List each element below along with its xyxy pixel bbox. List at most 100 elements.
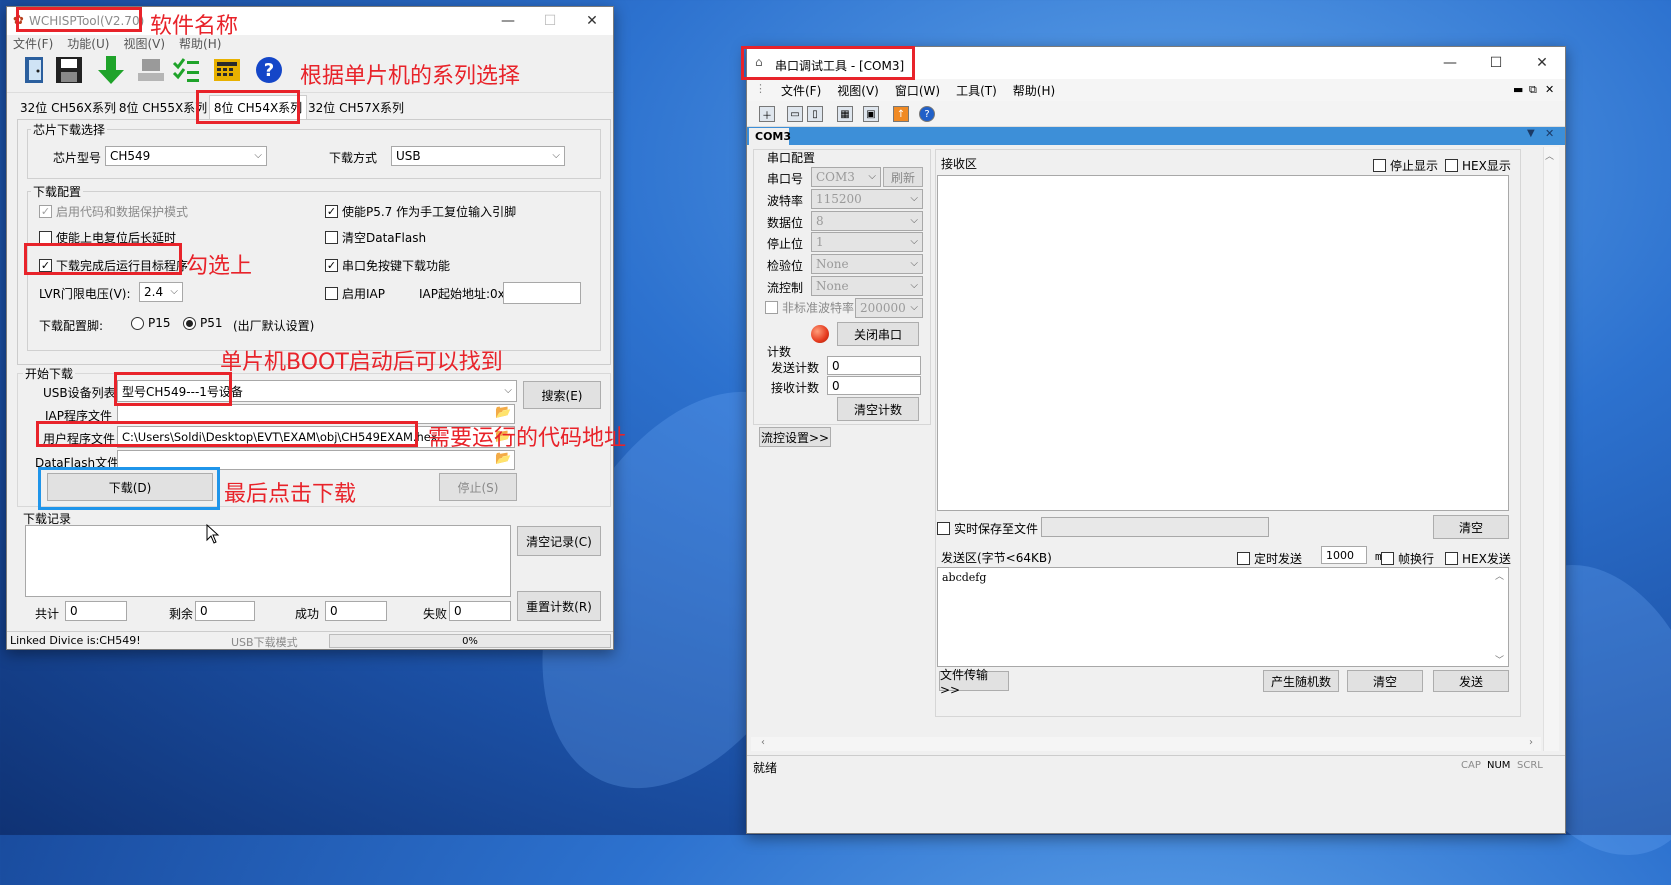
layout-v-icon[interactable]: ▯ xyxy=(807,106,823,122)
scroll-up-icon[interactable]: ︿ xyxy=(1545,149,1554,162)
horizontal-scrollbar[interactable] xyxy=(751,737,1541,751)
monitor-icon[interactable]: ▣ xyxy=(863,106,879,122)
annotation-code-path: 需要运行的代码地址 xyxy=(428,426,627,451)
mdi-restore-icon[interactable]: ⧉ xyxy=(1529,83,1537,97)
receive-clear-button[interactable]: 清空 xyxy=(1433,515,1509,539)
save-to-file-checkbox[interactable]: 实时保存至文件 xyxy=(937,520,1038,537)
reset-count-button[interactable]: 重置计数(R) xyxy=(517,591,601,621)
menu-view[interactable]: 视图(V) xyxy=(837,82,879,99)
baud-select[interactable]: 115200 ⌵ xyxy=(811,189,923,209)
mdi-close-icon[interactable]: ✕ xyxy=(1545,83,1554,96)
clear-log-button[interactable]: 清空记录(C) xyxy=(517,526,601,556)
iap-enable-checkbox[interactable]: 启用IAP xyxy=(325,285,385,302)
port-select[interactable]: COM3 ⌵ xyxy=(811,167,881,187)
nonstd-baud-checkbox[interactable]: 非标准波特率 xyxy=(765,299,854,316)
hex-display-checkbox[interactable]: HEX显示 xyxy=(1445,157,1511,174)
menu-file[interactable]: 文件(F) xyxy=(781,82,821,99)
stop-display-checkbox[interactable]: 停止显示 xyxy=(1373,157,1438,174)
hex-send-checkbox[interactable]: HEX发送 xyxy=(1445,550,1511,567)
minimize-button[interactable]: — xyxy=(1427,47,1473,79)
p57-reset-checkbox[interactable]: ✓ 使能P5.7 作为手工复位输入引脚 xyxy=(325,203,516,220)
download-arrow-icon[interactable] xyxy=(95,54,127,86)
stop-button[interactable]: 停止(S) xyxy=(439,473,517,501)
minimize-button[interactable]: — xyxy=(485,7,531,35)
mdi-minimize-icon[interactable]: ▬ xyxy=(1513,83,1523,96)
clear-dataflash-checkbox[interactable]: 清空DataFlash xyxy=(325,229,426,246)
close-button[interactable]: ✕ xyxy=(569,7,615,35)
close-button[interactable]: ✕ xyxy=(1519,47,1565,79)
checklist-icon[interactable] xyxy=(171,54,203,86)
send-textarea[interactable]: abcdefg xyxy=(937,567,1509,667)
nonstd-baud-select[interactable]: 200000 ⌵ xyxy=(855,298,923,318)
checkbox-empty-icon xyxy=(1445,552,1458,565)
layout-h-icon[interactable]: ▭ xyxy=(787,106,803,122)
chip-model-select[interactable]: CH549 ⌵ xyxy=(105,146,267,166)
menu-grip-icon: ⋮ xyxy=(755,82,766,95)
p51-radio[interactable]: P51 xyxy=(183,316,223,330)
random-button[interactable]: 产生随机数 xyxy=(1263,670,1339,692)
data-bits-select[interactable]: 8 ⌵ xyxy=(811,211,923,231)
new-icon[interactable]: ＋ xyxy=(759,106,775,122)
timed-send-checkbox[interactable]: 定时发送 xyxy=(1237,550,1302,567)
save-file-path[interactable] xyxy=(1041,517,1269,537)
newline-checkbox[interactable]: 帧换行 xyxy=(1381,550,1434,567)
serial-window: ⌂ 串口调试工具 - [COM3] — ☐ ✕ ⋮ 文件(F) 视图(V) 窗口… xyxy=(746,46,1566,834)
annotation-box-tab xyxy=(196,90,300,124)
download-mode-select[interactable]: USB ⌵ xyxy=(391,146,565,166)
download-mode-label: 下载方式 xyxy=(329,151,378,165)
iap-addr-input[interactable] xyxy=(503,282,581,304)
menu-window[interactable]: 窗口(W) xyxy=(895,82,940,99)
parity-select[interactable]: None ⌵ xyxy=(811,254,923,274)
file-transfer-button[interactable]: 文件传输>> xyxy=(939,668,1009,697)
send-label: 发送区(字节<64KB) xyxy=(941,551,1052,565)
scroll-left-icon[interactable]: ‹ xyxy=(761,737,765,748)
help-icon[interactable]: ? xyxy=(919,106,935,122)
folder-open-icon[interactable]: 📂 xyxy=(495,451,511,466)
tab-ch57x[interactable]: 32位 CH57X系列 xyxy=(307,95,405,119)
help-icon[interactable]: ? xyxy=(253,54,285,86)
send-button[interactable]: 发送 xyxy=(1433,670,1509,692)
calculator-icon[interactable]: ▦ xyxy=(837,106,853,122)
stop-bits-select[interactable]: 1 ⌵ xyxy=(811,232,923,252)
open-door-icon[interactable] xyxy=(19,54,51,86)
log-textarea[interactable] xyxy=(25,525,511,597)
usb-mode-status: USB下载模式 xyxy=(231,636,298,649)
device-icon[interactable] xyxy=(135,54,167,86)
calculator-icon[interactable] xyxy=(211,54,243,86)
flow-settings-button[interactable]: 流控设置>> xyxy=(759,427,831,447)
lvr-select[interactable]: 2.4 ⌵ xyxy=(139,282,183,302)
series-tabs: 32位 CH56X系列 8位 CH55X系列 8位 CH54X系列 32位 CH… xyxy=(17,95,613,119)
lvr-label: LVR门限电压(V): xyxy=(39,287,131,301)
flow-control-select[interactable]: None ⌵ xyxy=(811,276,923,296)
receive-textarea[interactable] xyxy=(937,175,1509,511)
scroll-down-icon[interactable]: ﹀ xyxy=(1495,653,1504,666)
annotation-click-download: 最后点击下载 xyxy=(224,482,357,507)
tab-ch56x[interactable]: 32位 CH56X系列 xyxy=(19,95,117,119)
tab-dropdown-icon[interactable]: ▼ xyxy=(1527,128,1535,139)
save-disk-icon[interactable] xyxy=(53,54,85,86)
serial-nokey-checkbox[interactable]: ✓ 串口免按键下载功能 xyxy=(325,257,450,274)
code-protect-checkbox[interactable]: ✓ 启用代码和数据保护模式 xyxy=(39,203,188,220)
folder-open-icon[interactable]: 📂 xyxy=(495,405,511,420)
maximize-button[interactable]: ☐ xyxy=(527,7,573,35)
tab-com3[interactable]: COM3 xyxy=(749,128,791,145)
menu-tools[interactable]: 工具(T) xyxy=(956,82,997,99)
menu-help[interactable]: 帮助(H) xyxy=(1013,82,1055,99)
clear-count-button[interactable]: 清空计数 xyxy=(837,397,919,421)
scroll-up-icon[interactable]: ︿ xyxy=(1495,569,1504,582)
scroll-right-icon[interactable]: › xyxy=(1529,737,1533,748)
checkmark-icon: ✓ xyxy=(325,259,338,272)
send-clear-button[interactable]: 清空 xyxy=(1347,670,1423,692)
p15-radio[interactable]: P15 xyxy=(131,316,171,330)
search-button[interactable]: 搜索(E) xyxy=(523,381,601,409)
checkmark-icon: ✓ xyxy=(325,205,338,218)
menu-function[interactable]: 功能(U) xyxy=(67,35,109,53)
menu-file[interactable]: 文件(F) xyxy=(13,35,53,53)
vertical-scrollbar[interactable] xyxy=(1543,147,1559,751)
interval-input[interactable]: 1000 xyxy=(1321,546,1367,564)
refresh-button[interactable]: 刷新 xyxy=(883,167,923,187)
tab-close-icon[interactable]: ✕ xyxy=(1545,127,1554,140)
upload-icon[interactable]: ↑ xyxy=(893,106,909,122)
maximize-button[interactable]: ☐ xyxy=(1473,47,1519,79)
close-port-button[interactable]: 关闭串口 xyxy=(837,322,919,346)
